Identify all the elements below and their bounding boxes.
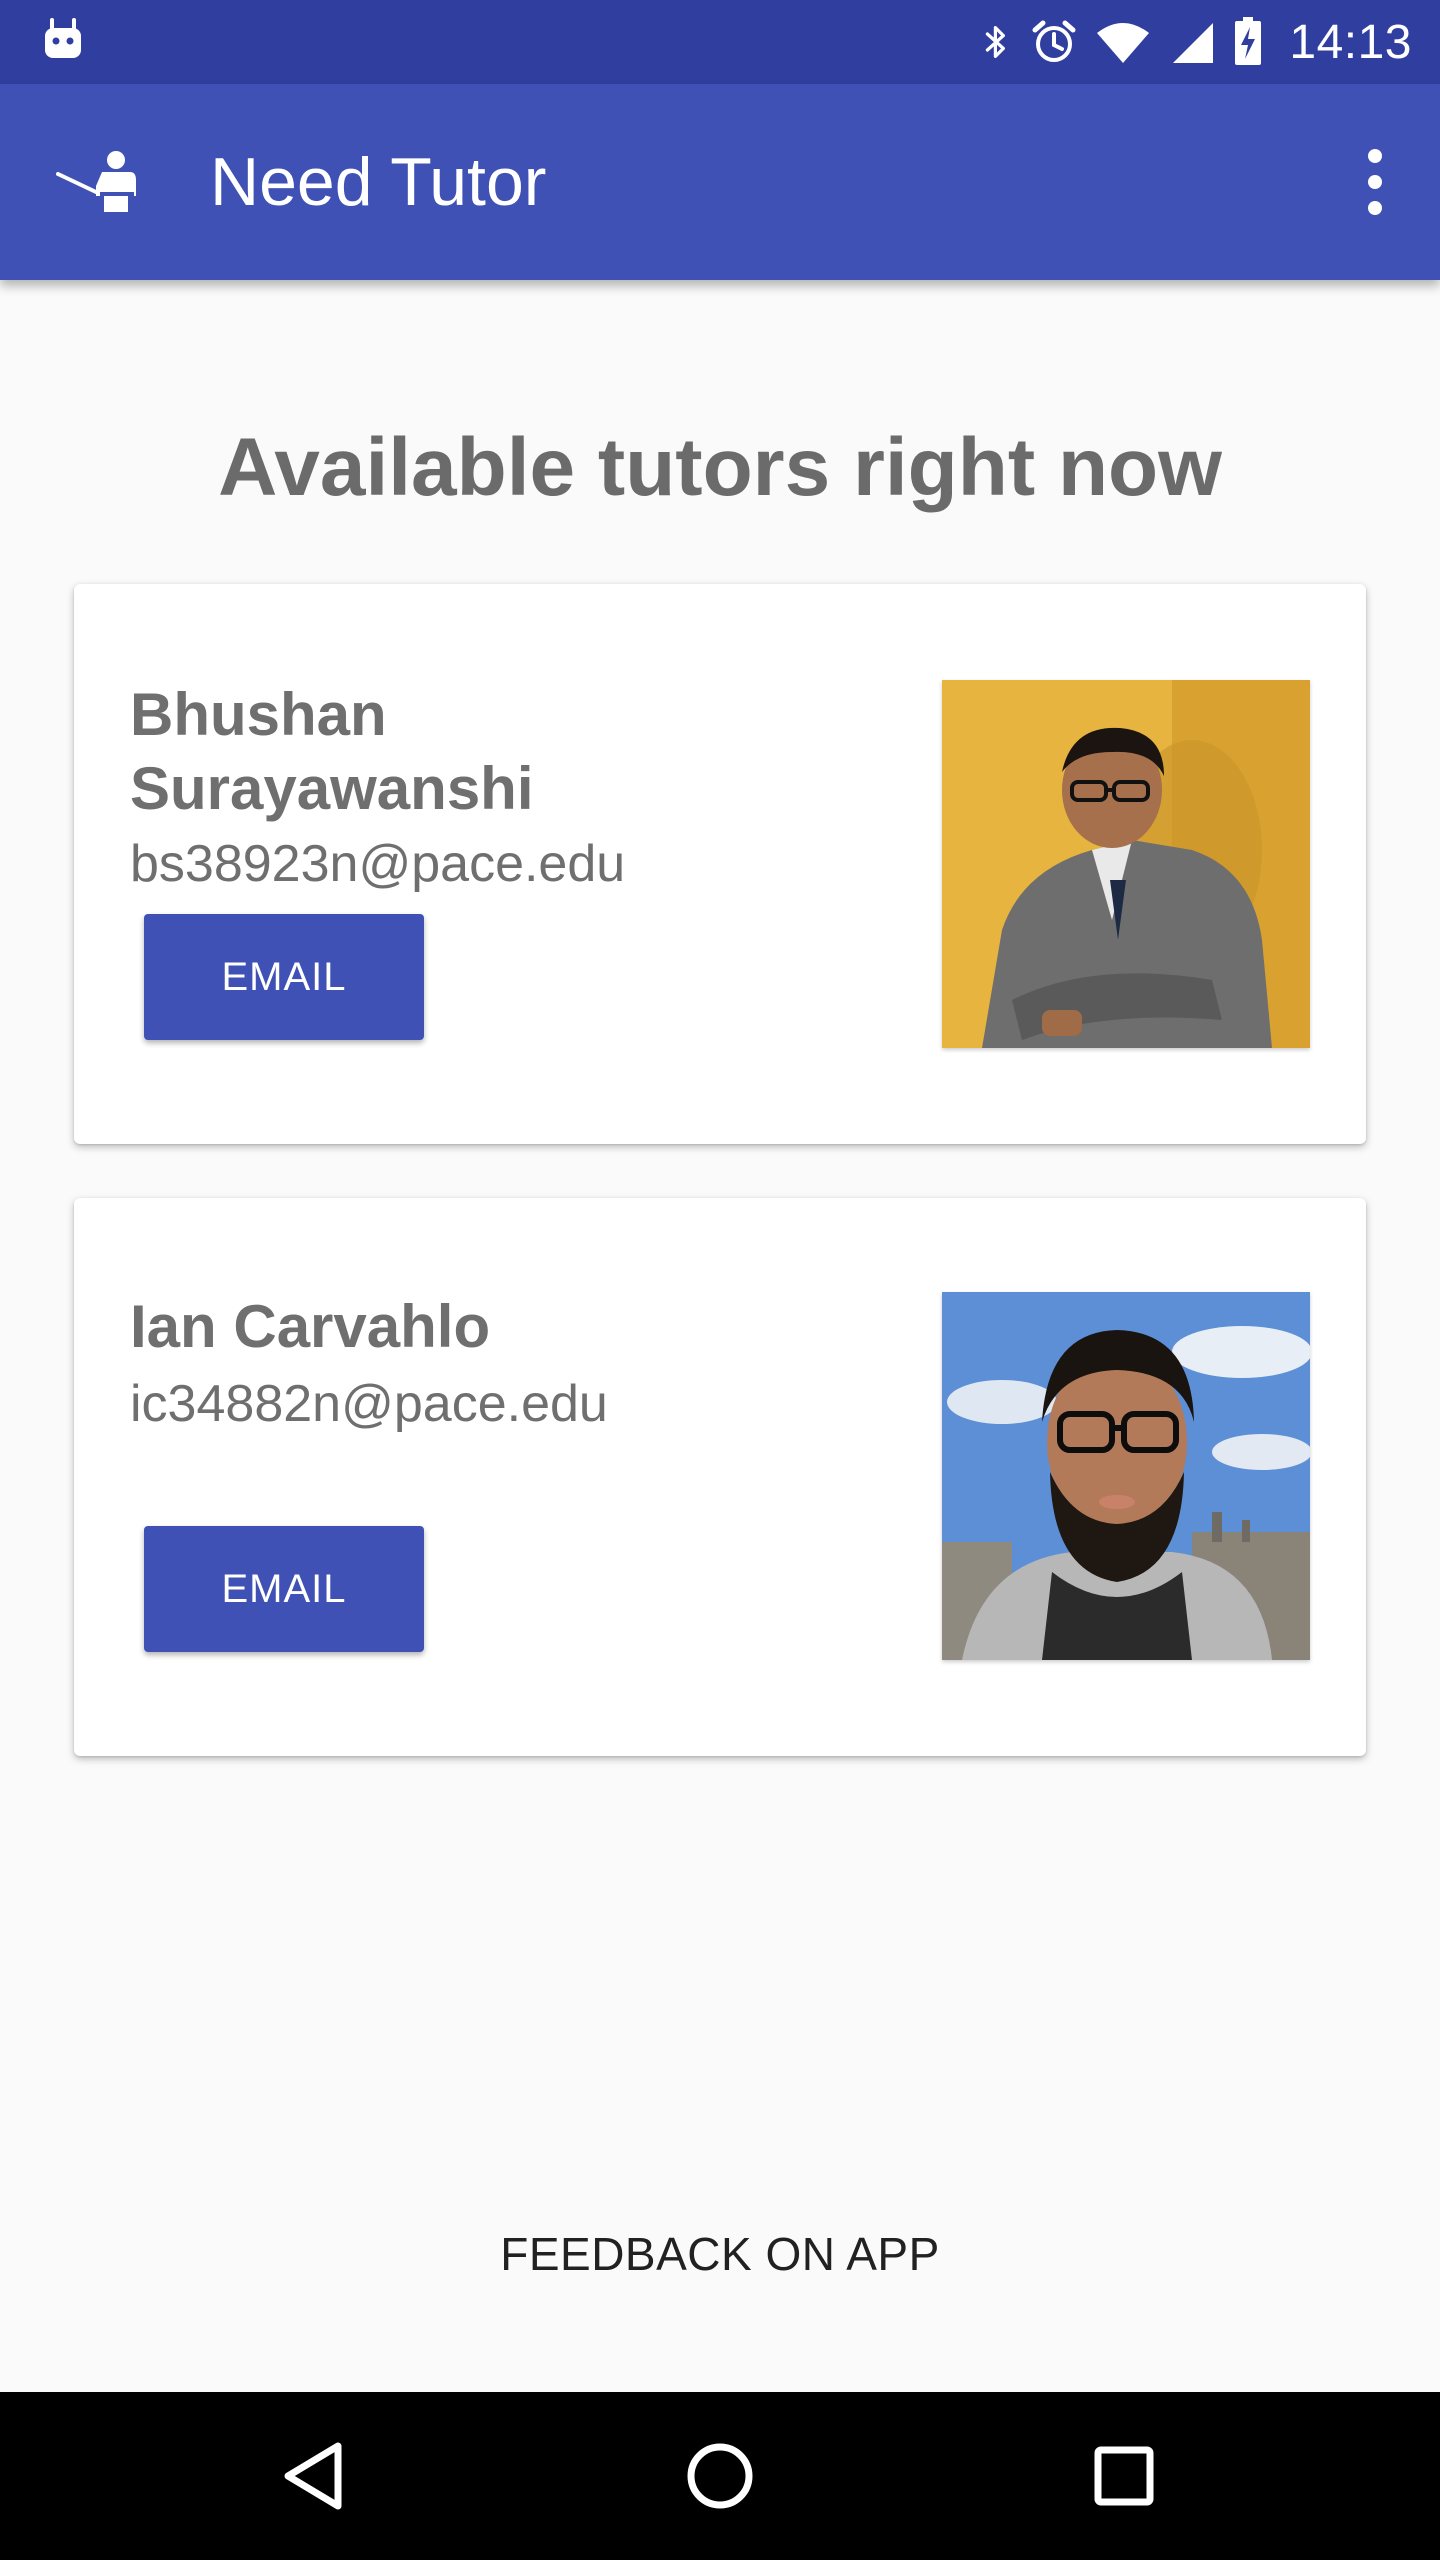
tutor-name: Bhushan Surayawanshi xyxy=(130,681,534,822)
tutor-name: Ian Carvahlo xyxy=(130,1293,491,1360)
tutor-photo xyxy=(942,680,1310,1048)
android-notification-icon xyxy=(45,18,81,58)
status-bar: 14:13 xyxy=(0,0,1440,84)
wifi-icon xyxy=(1097,23,1150,63)
bluetooth-icon xyxy=(986,26,1006,59)
tutor-photo-image xyxy=(942,680,1310,1048)
email-button[interactable]: EMAIL xyxy=(144,1526,424,1652)
page-heading: Available tutors right now xyxy=(218,422,1222,513)
app-bar: Need Tutor xyxy=(0,84,1440,280)
status-icons: 14:13 xyxy=(981,0,1412,84)
tutor-card: Ian Carvahlo ic34882n@pace.edu EMAIL xyxy=(74,1198,1366,1756)
alarm-icon xyxy=(1032,20,1076,62)
tutor-photo xyxy=(942,1292,1310,1660)
tutor-email: ic34882n@pace.edu xyxy=(130,1375,608,1433)
tutor-logo-icon xyxy=(56,151,136,212)
email-button[interactable]: EMAIL xyxy=(144,914,424,1040)
battery-charging-icon xyxy=(1235,17,1262,65)
nav-bar xyxy=(0,2392,1440,2560)
home-icon[interactable] xyxy=(670,2426,770,2526)
tutor-photo-image xyxy=(942,1292,1310,1660)
tutor-email: bs38923n@pace.edu xyxy=(130,835,626,893)
status-time: 14:13 xyxy=(1289,15,1412,69)
back-icon[interactable] xyxy=(266,2426,366,2526)
app-title: Need Tutor xyxy=(210,144,547,220)
tutor-card: Bhushan Surayawanshi bs38923n@pace.edu E… xyxy=(74,584,1366,1144)
feedback-button[interactable]: FEEDBACK ON APP xyxy=(0,2218,1440,2290)
recents-icon[interactable] xyxy=(1074,2426,1174,2526)
screen: 14:13 Need Tutor Available tutors right … xyxy=(0,0,1440,2560)
signal-icon xyxy=(1173,23,1214,63)
more-vert-icon[interactable] xyxy=(1340,138,1410,226)
